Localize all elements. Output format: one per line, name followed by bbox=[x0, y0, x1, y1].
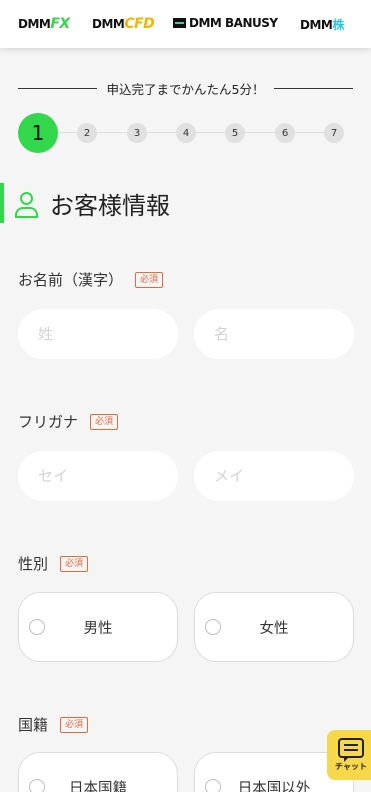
field-label-text: 国籍 bbox=[18, 716, 49, 734]
dmm-banusy-logo[interactable]: DMM BANUSY bbox=[173, 16, 278, 30]
section-heading: お客様情報 bbox=[14, 186, 170, 221]
logo-base: DMM bbox=[92, 17, 125, 31]
first-name-kana-input[interactable] bbox=[194, 451, 354, 501]
divider-line bbox=[18, 87, 97, 89]
logo-accent: CFD bbox=[124, 16, 155, 32]
nationality-label: 国籍 必須 bbox=[18, 714, 89, 735]
radio-circle-icon bbox=[205, 619, 221, 635]
field-label-text: お名前（漢字） bbox=[18, 271, 124, 289]
chat-label: チャット bbox=[335, 762, 367, 771]
logo-base: DMM bbox=[300, 17, 333, 32]
nationality-option-japanese[interactable]: 日本国籍 bbox=[18, 752, 178, 792]
person-icon bbox=[14, 189, 40, 219]
dmm-fx-logo[interactable]: DMM FX bbox=[18, 16, 70, 32]
dmm-kabu-logo[interactable]: DMM 株 bbox=[300, 16, 344, 33]
divider-line bbox=[274, 87, 353, 89]
step-6: 6 bbox=[275, 123, 295, 143]
gender-option-male[interactable]: 男性 bbox=[18, 592, 178, 662]
intro-text: 申込完了までかんたん5分！ bbox=[106, 81, 265, 97]
logo-accent: FX bbox=[50, 16, 70, 32]
section-title: お客様情報 bbox=[50, 192, 170, 220]
required-badge: 必須 bbox=[90, 413, 119, 430]
chat-button[interactable]: チャット bbox=[327, 730, 371, 780]
step-current: 1 bbox=[18, 113, 58, 153]
last-name-kanji-input[interactable] bbox=[18, 309, 178, 359]
gender-label: 性別 必須 bbox=[18, 553, 89, 574]
step-2: 2 bbox=[77, 123, 97, 143]
first-name-kanji-input[interactable] bbox=[194, 309, 354, 359]
step-indicator: 1 2 3 4 5 6 7 bbox=[18, 113, 348, 153]
step-5: 5 bbox=[225, 123, 245, 143]
top-header: DMM FX DMM CFD DMM BANUSY DMM 株 bbox=[0, 0, 371, 48]
required-badge: 必須 bbox=[60, 716, 89, 733]
step-4: 4 bbox=[176, 123, 196, 143]
banusy-icon bbox=[173, 18, 186, 28]
field-label-text: 性別 bbox=[18, 555, 49, 573]
logo-base: DMM BANUSY bbox=[189, 16, 278, 30]
radio-circle-icon bbox=[29, 619, 45, 635]
radio-circle-icon bbox=[29, 779, 45, 792]
name-kanji-label: お名前（漢字） 必須 bbox=[18, 269, 164, 290]
gender-option-female[interactable]: 女性 bbox=[194, 592, 354, 662]
logo-base: DMM bbox=[18, 17, 51, 31]
section-accent-bar bbox=[0, 183, 4, 223]
name-kana-label: フリガナ 必須 bbox=[18, 411, 119, 432]
logo-accent: 株 bbox=[332, 18, 344, 32]
required-badge: 必須 bbox=[135, 271, 164, 288]
last-name-kana-input[interactable] bbox=[18, 451, 178, 501]
field-label-text: フリガナ bbox=[18, 413, 79, 431]
required-badge: 必須 bbox=[60, 555, 89, 572]
intro-divider: 申込完了までかんたん5分！ bbox=[18, 78, 353, 98]
dmm-cfd-logo[interactable]: DMM CFD bbox=[92, 16, 155, 32]
step-7: 7 bbox=[324, 123, 344, 143]
step-3: 3 bbox=[127, 123, 147, 143]
radio-circle-icon bbox=[205, 779, 221, 792]
chat-bubble-icon bbox=[338, 738, 364, 762]
